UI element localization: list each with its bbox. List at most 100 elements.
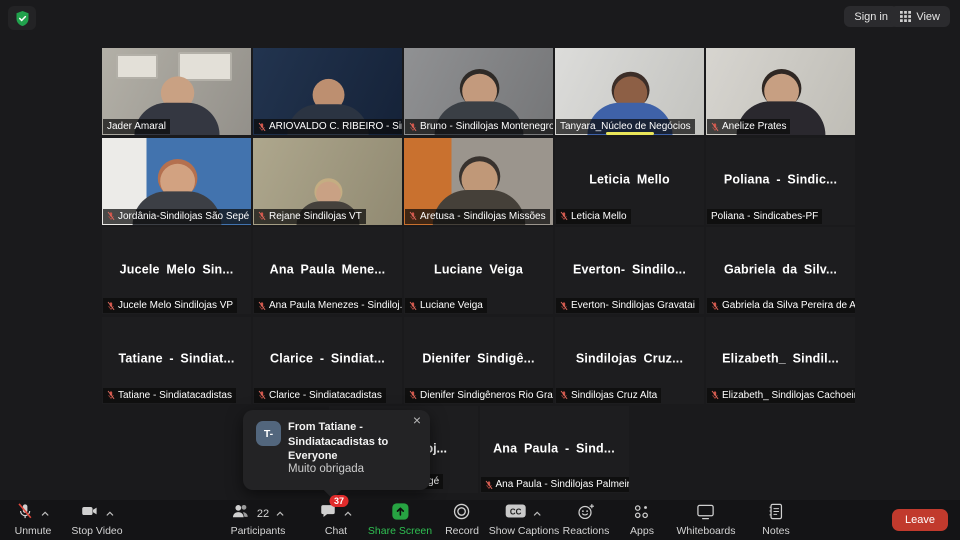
- toolbar-item-share-screen[interactable]: Share Screen: [368, 503, 432, 537]
- chevron-up-icon[interactable]: [104, 508, 115, 519]
- name-tag: Ana Paula - Sindilojas Palmeir...: [481, 477, 629, 492]
- toolbar-item-reactions[interactable]: Reactions: [563, 503, 610, 537]
- video-tile[interactable]: Luciane VeigaLuciane Veiga: [404, 227, 553, 314]
- participant-name: Luciane Veiga: [407, 262, 550, 276]
- meeting-toolbar: Unmute Stop Video 22Participants 37Chat Shar…: [0, 500, 960, 540]
- muted-mic-icon: [711, 390, 719, 400]
- muted-mic-icon: [560, 301, 568, 311]
- video-tile[interactable]: Gabriela da Silv... Gabriela da Silva Per…: [706, 227, 855, 314]
- muted-mic-icon: [560, 390, 568, 400]
- toolbar-item-stop-video[interactable]: Stop Video: [71, 503, 122, 537]
- participant-name: Gabriela da Silv...: [709, 262, 852, 276]
- leave-label: Leave: [905, 514, 935, 526]
- view-label: View: [916, 11, 940, 23]
- name-tag: Anelize Prates: [707, 119, 790, 134]
- chat-from-text: From Tatiane - Sindiatacadistas to Every…: [288, 420, 430, 464]
- video-tile[interactable]: Aretusa - Sindilojas Missões: [404, 138, 553, 225]
- toolbar-item-label: Share Screen: [368, 525, 432, 537]
- chat-unread-badge: 37: [330, 495, 349, 507]
- video-tile[interactable]: ARIOVALDO C. RIBEIRO - Sind...: [253, 48, 402, 135]
- name-tag: Poliana - Sindicabes-PF: [707, 209, 822, 224]
- name-tag: Dienifer Sindigêneros Rio Gra...: [405, 388, 553, 403]
- toolbar-item-label: Apps: [630, 525, 654, 537]
- participant-name: Poliana - Sindic...: [709, 172, 852, 186]
- chat-notification-popup[interactable]: T- From Tatiane - Sindiatacadistas to Ev…: [243, 410, 430, 490]
- name-tag: ARIOVALDO C. RIBEIRO - Sind...: [254, 119, 402, 134]
- leave-button[interactable]: Leave: [892, 509, 948, 531]
- video-tile[interactable]: Jucele Melo Sin...Jucele Melo Sindilojas…: [102, 227, 251, 314]
- share-screen-icon: [391, 502, 410, 526]
- toolbar-item-label: Participants: [231, 525, 286, 537]
- toolbar-item-chat[interactable]: 37Chat: [319, 503, 354, 537]
- toolbar-item-label: Show Captions: [489, 525, 560, 537]
- chat-message-text: Muito obrigada: [288, 463, 364, 475]
- chevron-up-icon[interactable]: [39, 508, 50, 519]
- whiteboards-icon: [696, 502, 716, 526]
- video-tile[interactable]: Clarice - Sindiat...Clarice - Sindiataca…: [253, 317, 402, 404]
- video-tile[interactable]: Sindilojas Cruz... Sindilojas Cruz Alta: [555, 317, 704, 404]
- video-tile[interactable]: Elizabeth_ Sindil...Elizabeth_ Sindiloja…: [706, 317, 855, 404]
- encryption-shield-icon[interactable]: [8, 6, 36, 30]
- muted-mic-icon: [258, 211, 266, 221]
- avatar: T-: [256, 421, 281, 446]
- muted-mic-icon: [258, 390, 266, 400]
- chevron-up-icon[interactable]: [532, 508, 543, 519]
- name-tag: Tatiane - Sindiatacadistas: [103, 388, 236, 403]
- muted-mic-icon: [485, 480, 493, 490]
- toolbar-item-show-captions[interactable]: CCShow Captions: [489, 503, 560, 537]
- muted-mic-icon: [258, 301, 266, 311]
- video-tile[interactable]: Tatiane - Sindiat... Tatiane - Sindiataca…: [102, 317, 251, 404]
- toolbar-item-label: Stop Video: [71, 525, 122, 537]
- captions-icon: CC: [505, 502, 527, 525]
- name-tag: Sindilojas Cruz Alta: [556, 388, 661, 403]
- record-icon: [452, 502, 471, 526]
- muted-mic-icon: [711, 301, 719, 311]
- participant-name: Sindilojas Cruz...: [558, 351, 701, 365]
- video-tile[interactable]: Poliana - Sindic... Poliana - Sindicabes-…: [706, 138, 855, 225]
- view-button[interactable]: View: [890, 6, 950, 27]
- video-tile[interactable]: Dienifer Sindigê...Dienifer Sindigêneros…: [404, 317, 553, 404]
- participant-name: Ana Paula - Sind...: [483, 441, 626, 455]
- video-tile[interactable]: Leticia MelloLeticia Mello: [555, 138, 704, 225]
- name-tag: Leticia Mello: [556, 209, 631, 224]
- video-tile[interactable]: Tanyara_Núcleo de Negócios: [555, 48, 704, 135]
- toolbar-item-label: Unmute: [15, 525, 52, 537]
- toolbar-item-apps[interactable]: Apps: [630, 503, 654, 537]
- video-tile[interactable]: Bruno - Sindilojas Montenegro: [404, 48, 553, 135]
- participant-name: Tatiane - Sindiat...: [105, 351, 248, 365]
- toolbar-item-label: Reactions: [563, 525, 610, 537]
- participant-name: Clarice - Sindiat...: [256, 351, 399, 365]
- video-tile[interactable]: Jordânia-Sindilojas São Sepé: [102, 138, 251, 225]
- toolbar-item-unmute[interactable]: Unmute: [15, 503, 52, 537]
- reactions-icon: [576, 502, 595, 526]
- muted-mic-icon: [107, 301, 115, 311]
- video-tile[interactable]: Everton- Sindilo... Everton- Sindilojas G…: [555, 227, 704, 314]
- video-tile[interactable]: Jader Amaral: [102, 48, 251, 135]
- chevron-up-icon[interactable]: [343, 508, 354, 519]
- participant-name: Everton- Sindilo...: [558, 262, 701, 276]
- camera-icon: [79, 502, 99, 525]
- video-tile[interactable]: Ana Paula Mene...Ana Paula Menezes - Sin…: [253, 227, 402, 314]
- toolbar-item-notes[interactable]: Notes: [762, 503, 789, 537]
- grid-view-icon: [900, 11, 911, 22]
- toolbar-item-participants[interactable]: 22Participants: [231, 503, 286, 537]
- toolbar-item-whiteboards[interactable]: Whiteboards: [677, 503, 736, 537]
- muted-mic-icon: [258, 122, 266, 132]
- muted-mic-icon: [409, 122, 417, 132]
- muted-mic-icon: [409, 301, 417, 311]
- video-tile[interactable]: Rejane Sindilojas VT: [253, 138, 402, 225]
- close-icon[interactable]: ×: [413, 413, 421, 427]
- name-tag: Gabriela da Silva Pereira de A...: [707, 298, 855, 313]
- toolbar-item-label: Notes: [762, 525, 789, 537]
- name-tag: Elizabeth_ Sindilojas Cachoeiri...: [707, 388, 855, 403]
- toolbar-item-record[interactable]: Record: [445, 503, 479, 537]
- apps-icon: [633, 502, 652, 526]
- name-tag: Everton- Sindilojas Gravatai: [556, 298, 699, 313]
- video-tile[interactable]: Ana Paula - Sind... Ana Paula - Sindiloja…: [480, 406, 629, 493]
- sign-in-label: Sign in: [854, 11, 888, 23]
- name-tag: Aretusa - Sindilojas Missões: [405, 209, 550, 224]
- name-tag: Rejane Sindilojas VT: [254, 209, 366, 224]
- muted-mic-icon: [107, 390, 115, 400]
- video-tile[interactable]: Anelize Prates: [706, 48, 855, 135]
- chevron-up-icon[interactable]: [274, 508, 285, 519]
